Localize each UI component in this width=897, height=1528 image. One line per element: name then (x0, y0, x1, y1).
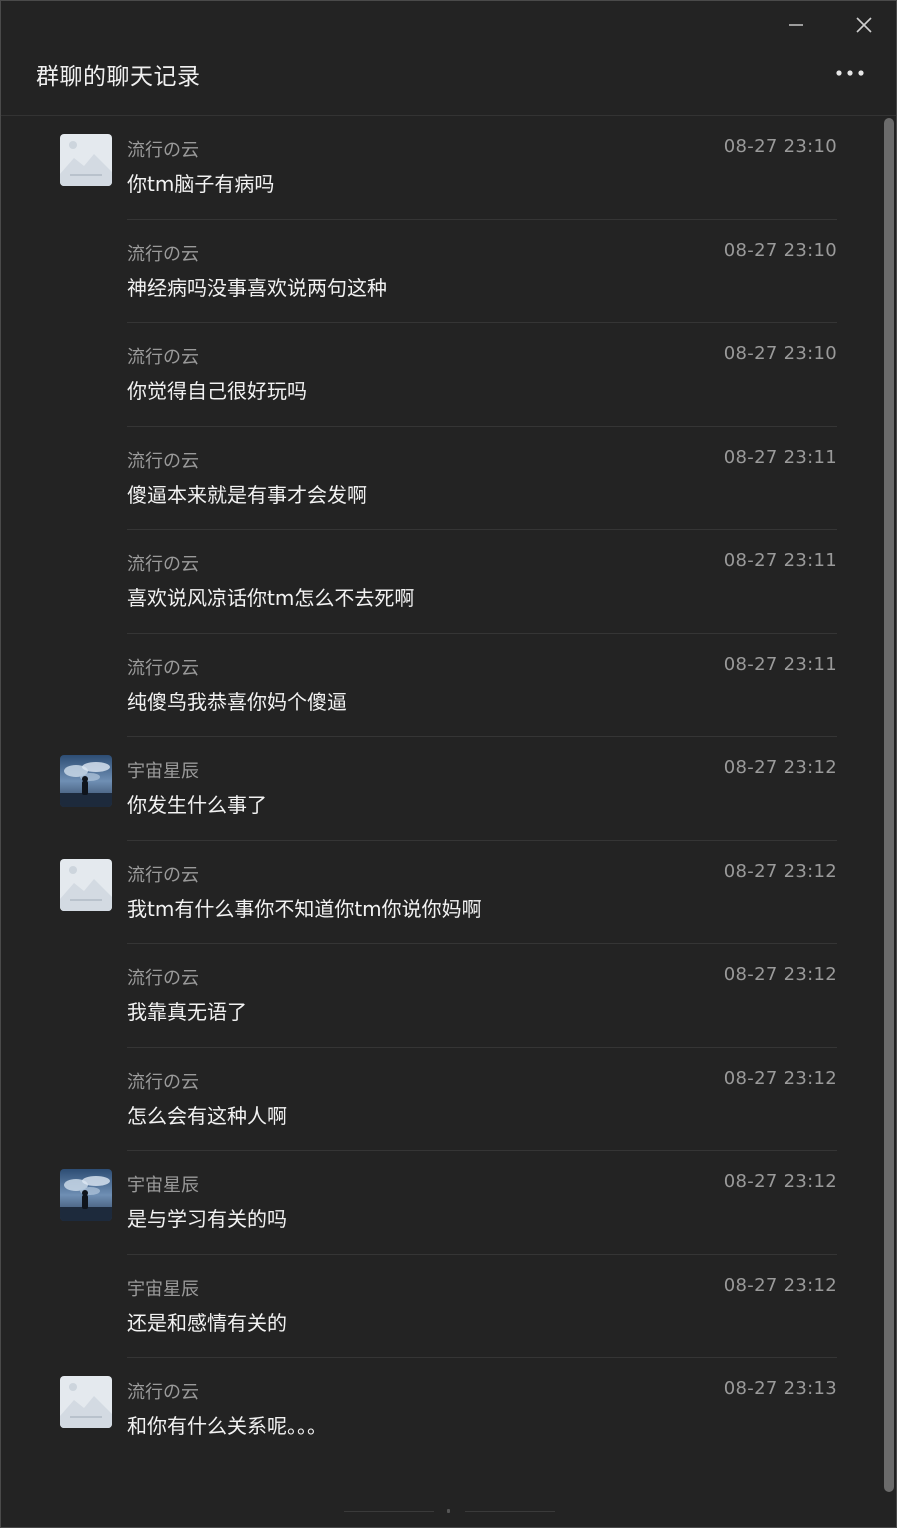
footer-divider-left (344, 1511, 434, 1512)
minimize-icon (789, 24, 803, 26)
message-timestamp: 08-27 23:11 (723, 550, 837, 571)
message-text: 你觉得自己很好玩吗 (127, 379, 307, 403)
sender-name[interactable]: 流行の云 (127, 1068, 199, 1094)
avatar[interactable] (60, 1169, 112, 1221)
sender-name[interactable]: 流行の云 (127, 343, 199, 369)
message-timestamp: 08-27 23:11 (723, 446, 837, 468)
close-icon (856, 17, 872, 33)
message-timestamp: 08-27 23:10 (723, 136, 837, 157)
footer-divider-dot (447, 1509, 450, 1513)
sender-name[interactable]: 流行の云 (127, 550, 199, 576)
message-item[interactable]: 流行の云 08-27 23:13 和你有什么关系呢。。。 (1, 1358, 882, 1462)
message-text: 你tm脑子有病吗 (127, 172, 275, 196)
image-placeholder-icon (60, 858, 112, 911)
sender-name[interactable]: 流行の云 (127, 1378, 199, 1404)
more-dots-icon (836, 70, 864, 76)
message-text: 你发生什么事了 (127, 793, 267, 817)
avatar[interactable] (60, 1376, 112, 1428)
message-text: 神经病吗没事喜欢说两句这种 (127, 275, 387, 300)
scenic-avatar-icon (60, 1169, 112, 1221)
message-item[interactable]: 流行の云 08-27 23:10 你觉得自己很好玩吗 (1, 323, 882, 427)
message-timestamp: 08-27 23:12 (723, 1067, 837, 1089)
message-item[interactable]: 流行の云 08-27 23:10 神经病吗没事喜欢说两句这种 (1, 220, 882, 323)
sender-name[interactable]: 流行の云 (127, 964, 199, 990)
sender-name[interactable]: 流行の云 (127, 654, 199, 680)
image-placeholder-icon (60, 1376, 112, 1428)
message-text: 还是和感情有关的 (127, 1310, 287, 1335)
message-text: 纯傻鸟我恭喜你妈个傻逼 (127, 689, 347, 714)
message-timestamp: 08-27 23:12 (723, 1274, 837, 1296)
close-button[interactable] (848, 9, 880, 41)
message-item[interactable]: 流行の云 08-27 23:10 你tm脑子有病吗 (1, 116, 882, 220)
message-timestamp: 08-27 23:11 (723, 653, 837, 675)
message-item[interactable]: 流行の云 08-27 23:11 纯傻鸟我恭喜你妈个傻逼 (1, 634, 882, 737)
sender-name[interactable]: 流行の云 (127, 861, 199, 887)
message-item[interactable]: 流行の云 08-27 23:12 我tm有什么事你不知道你tm你说你妈啊 (1, 841, 882, 944)
message-text: 傻逼本来就是有事才会发啊 (127, 482, 367, 507)
message-text: 我靠真无语了 (127, 1000, 247, 1024)
message-timestamp: 08-27 23:13 (723, 1378, 837, 1399)
image-placeholder-icon (60, 134, 112, 186)
scenic-avatar-icon (60, 755, 112, 807)
message-text: 是与学习有关的吗 (127, 1207, 287, 1231)
message-item[interactable]: 流行の云 08-27 23:11 傻逼本来就是有事才会发啊 (1, 427, 882, 530)
message-item[interactable]: 宇宙星辰 08-27 23:12 还是和感情有关的 (1, 1255, 882, 1358)
title-bar: 群聊的聊天记录 (1, 1, 896, 116)
avatar[interactable] (60, 755, 112, 807)
message-text: 我tm有什么事你不知道你tm你说你妈啊 (127, 896, 482, 921)
message-list[interactable]: 流行の云 08-27 23:10 你tm脑子有病吗 流行の云 08-27 23:10 神经… (1, 116, 882, 1527)
avatar[interactable] (60, 858, 112, 911)
message-item[interactable]: 流行の云 08-27 23:12 怎么会有这种人啊 (1, 1048, 882, 1151)
more-button[interactable] (834, 61, 866, 85)
sender-name[interactable]: 宇宙星辰 (127, 757, 199, 783)
scrollbar-thumb[interactable] (884, 118, 894, 1492)
sender-name[interactable]: 宇宙星辰 (127, 1171, 199, 1197)
sender-name[interactable]: 流行の云 (127, 136, 199, 162)
message-item[interactable]: 宇宙星辰 08-27 23:12 你发生什么事了 (1, 737, 882, 841)
chat-history-window: 群聊的聊天记录 流行の云 08-27 23:10 你tm脑子有病吗 流行の云 08-27… (0, 0, 897, 1528)
message-text: 和你有什么关系呢。。。 (127, 1414, 327, 1438)
message-item[interactable]: 流行の云 08-27 23:11 喜欢说风凉话你tm怎么不去死啊 (1, 530, 882, 634)
message-timestamp: 08-27 23:12 (723, 860, 837, 882)
message-timestamp: 08-27 23:12 (723, 1171, 837, 1192)
avatar[interactable] (60, 134, 112, 186)
footer-divider-right (465, 1511, 555, 1512)
message-text: 喜欢说风凉话你tm怎么不去死啊 (127, 586, 415, 610)
minimize-button[interactable] (780, 9, 812, 41)
message-item[interactable]: 流行の云 08-27 23:12 我靠真无语了 (1, 944, 882, 1048)
message-timestamp: 08-27 23:12 (723, 964, 837, 985)
window-title: 群聊的聊天记录 (36, 64, 201, 90)
message-timestamp: 08-27 23:12 (723, 757, 837, 778)
message-timestamp: 08-27 23:10 (723, 239, 837, 261)
message-timestamp: 08-27 23:10 (723, 343, 837, 364)
message-text: 怎么会有这种人啊 (127, 1103, 287, 1128)
sender-name[interactable]: 宇宙星辰 (127, 1275, 199, 1301)
message-item[interactable]: 宇宙星辰 08-27 23:12 是与学习有关的吗 (1, 1151, 882, 1255)
sender-name[interactable]: 流行の云 (127, 240, 199, 266)
sender-name[interactable]: 流行の云 (127, 447, 199, 473)
